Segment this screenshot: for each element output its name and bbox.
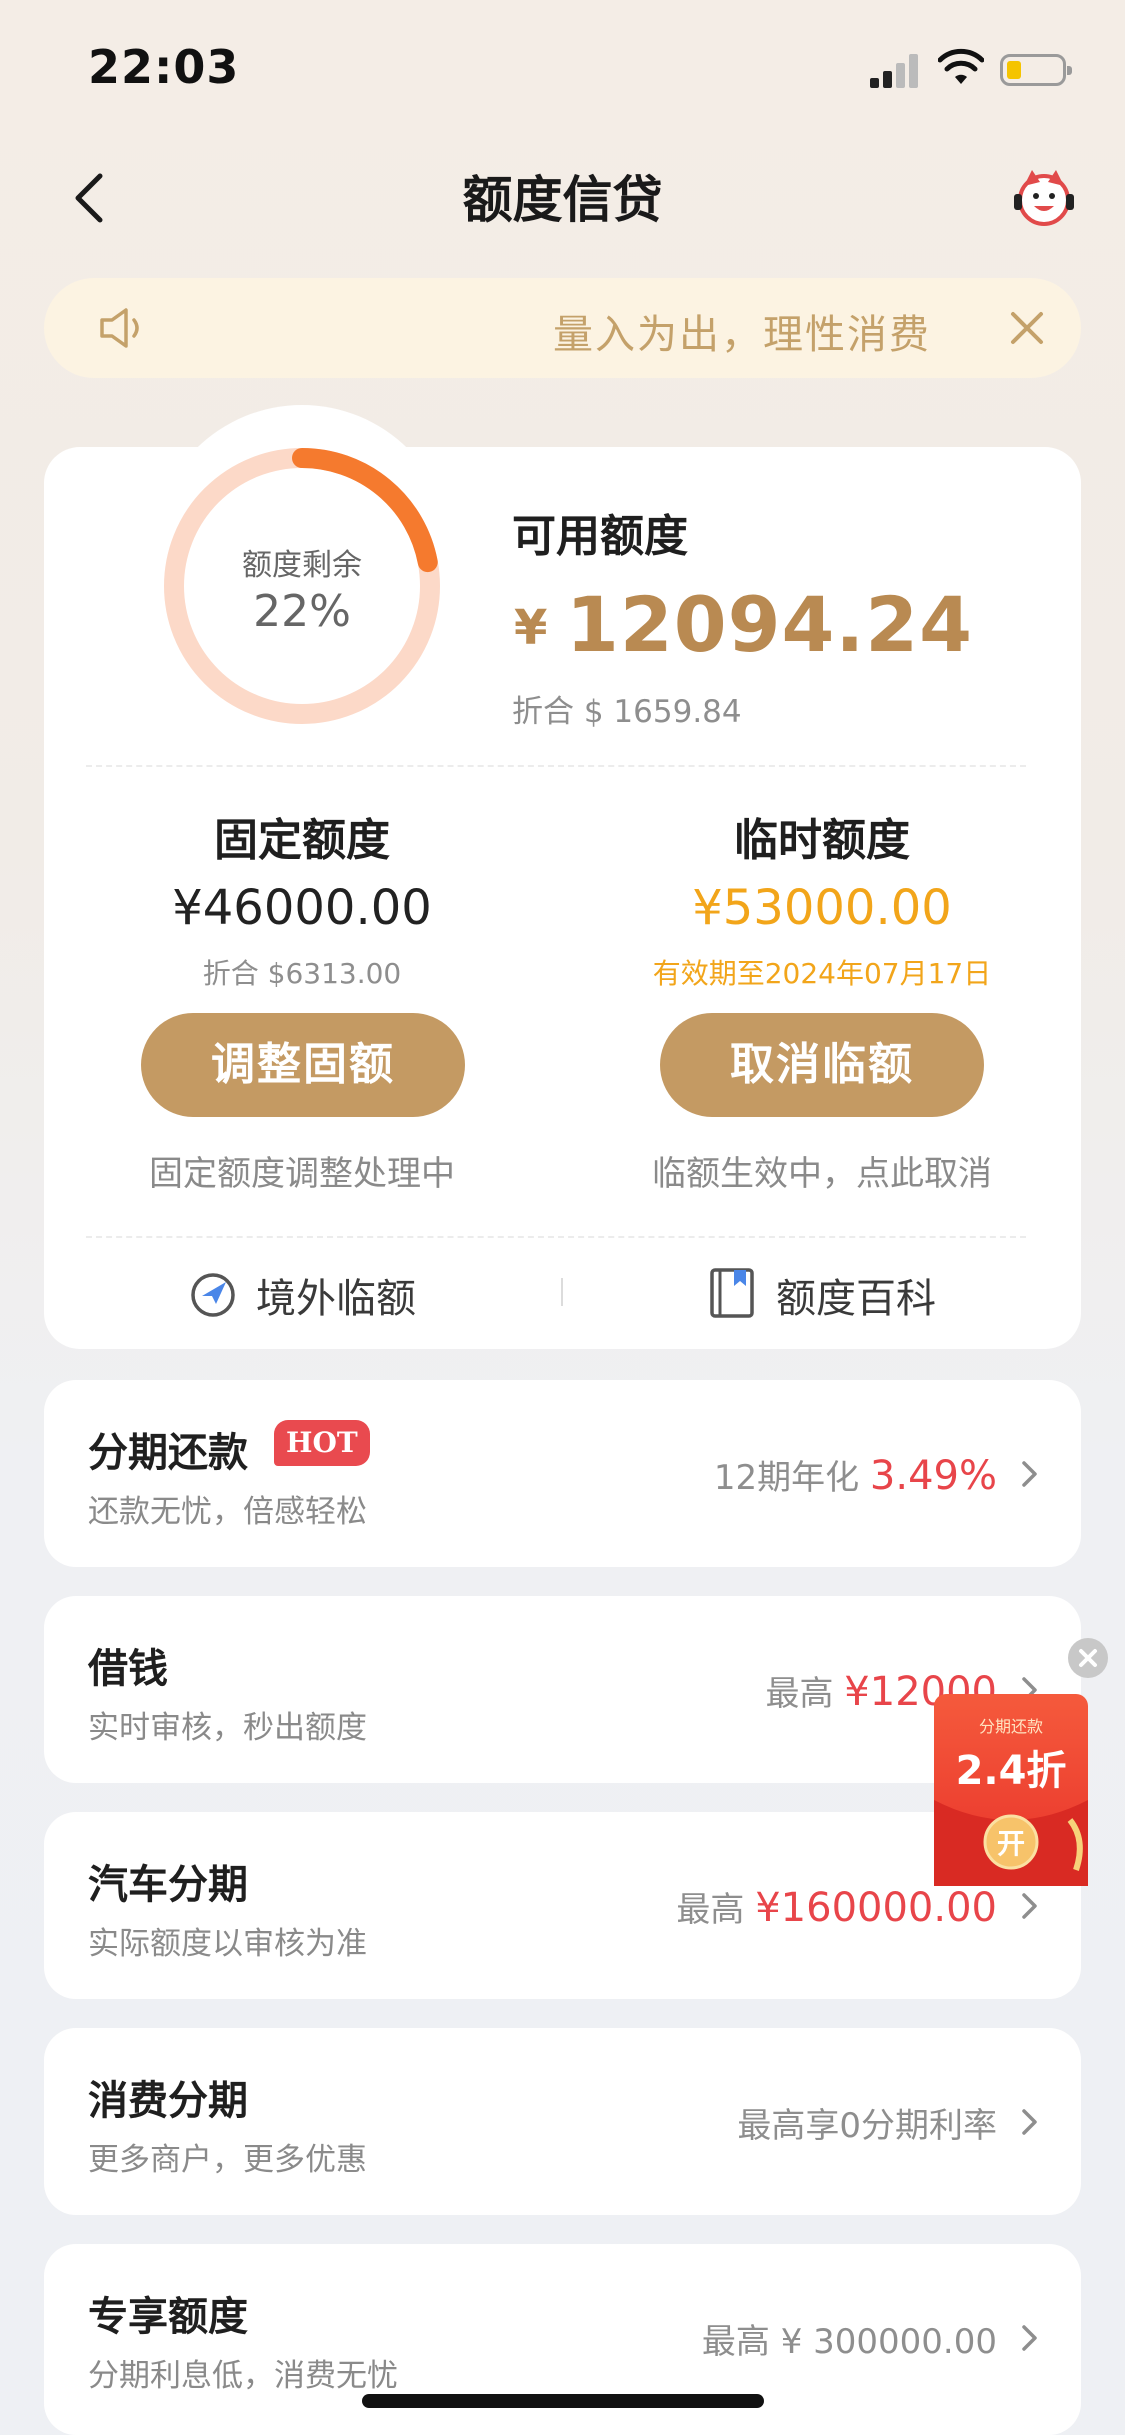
list-item-title: 借钱 xyxy=(88,1646,168,1692)
promo-close-button[interactable] xyxy=(1068,1638,1108,1678)
promo-discount: 2.4折 xyxy=(956,1748,1067,1794)
list-item-subtitle: 实时审核，秒出额度 xyxy=(88,1710,367,1746)
notice-bar: 量入为出，理性消费 xyxy=(44,278,1081,378)
list-item-title: 专享额度 xyxy=(88,2294,248,2340)
temp-amount: ¥53000.00 xyxy=(692,880,952,936)
list-item-subtitle: 实际额度以审核为准 xyxy=(88,1926,367,1962)
overseas-temp-link[interactable]: 境外临额 xyxy=(256,1266,416,1324)
adjust-fixed-button[interactable]: 调整固额 xyxy=(141,1013,465,1117)
chevron-right-icon xyxy=(1022,2109,1037,2135)
cancel-temp-button[interactable]: 取消临额 xyxy=(660,1013,984,1117)
list-item-right: 最高 ¥ 300000.00 xyxy=(701,2322,997,2362)
temp-validity: 有效期至2024年07月17日 xyxy=(652,957,992,990)
temp-title: 临时额度 xyxy=(734,815,910,866)
ring-percent: 22% xyxy=(253,586,351,637)
temp-note[interactable]: 临额生效中，点此取消 xyxy=(592,1146,1052,1195)
list-item-consumer-installment[interactable]: 消费分期 更多商户，更多优惠 最高享0分期利率 xyxy=(44,2028,1081,2215)
available-amount: 12094.24 xyxy=(566,580,974,669)
list-item-subtitle: 更多商户，更多优惠 xyxy=(88,2142,367,2178)
quota-encyclopedia-link[interactable]: 额度百科 xyxy=(776,1266,936,1324)
chevron-right-icon xyxy=(1022,1893,1037,1919)
link-separator xyxy=(561,1278,563,1306)
promo-top-text: 分期还款 xyxy=(979,1717,1043,1736)
plane-globe-icon xyxy=(191,1273,235,1317)
list-item-installment-repay[interactable]: 分期还款 HOT 还款无忧，倍感轻松 12期年化 3.49% xyxy=(44,1380,1081,1567)
list-item-subtitle: 分期利息低，消费无忧 xyxy=(88,2358,398,2394)
list-item-car-installment[interactable]: 汽车分期 实际额度以审核为准 最高 ¥160000.00 xyxy=(44,1812,1081,1999)
divider xyxy=(86,765,1026,767)
ring-label: 额度剩余 xyxy=(242,548,362,583)
fixed-amount: ¥46000.00 xyxy=(172,880,432,936)
customer-service-icon[interactable] xyxy=(1010,166,1078,230)
speaker-icon xyxy=(100,308,139,348)
battery-icon xyxy=(1000,54,1072,86)
fixed-usd: 折合 $6313.00 xyxy=(202,957,402,990)
available-usd: 折合 $ 1659.84 xyxy=(512,694,742,730)
promo-open-button: 开 xyxy=(997,1827,1025,1860)
notice-text: 量入为出，理性消费 xyxy=(553,312,931,358)
page-title: 额度信贷 xyxy=(462,171,663,229)
signal-icon xyxy=(870,52,918,88)
list-item-borrow[interactable]: 借钱 实时审核，秒出额度 最高 ¥12000 xyxy=(44,1596,1081,1783)
list-item-right: 最高享0分期利率 xyxy=(737,2106,997,2146)
list-item-title: 汽车分期 xyxy=(88,1862,248,1908)
available-currency: ¥ xyxy=(514,600,548,656)
divider xyxy=(86,1236,1026,1238)
chevron-right-icon xyxy=(1022,1461,1037,1487)
status-time: 22:03 xyxy=(88,40,240,94)
home-indicator xyxy=(362,2394,764,2408)
book-icon xyxy=(710,1268,754,1318)
list-item-title: 分期还款 xyxy=(88,1430,248,1476)
list-item-right: 12期年化 3.49% xyxy=(713,1453,997,1499)
available-title: 可用额度 xyxy=(512,511,688,562)
list-item-subtitle: 还款无忧，倍感轻松 xyxy=(88,1494,367,1530)
fixed-title: 固定额度 xyxy=(214,815,390,866)
fixed-note: 固定额度调整处理中 xyxy=(149,1154,455,1194)
installment-promo-envelope[interactable]: 分期还款 2.4折 开 xyxy=(930,1690,1092,1890)
close-icon xyxy=(1079,1649,1097,1667)
list-item-title: 消费分期 xyxy=(88,2078,248,2124)
wifi-icon xyxy=(938,48,984,84)
chevron-right-icon xyxy=(1022,2325,1037,2351)
close-icon[interactable] xyxy=(1003,304,1051,352)
hot-badge: HOT xyxy=(274,1420,370,1466)
